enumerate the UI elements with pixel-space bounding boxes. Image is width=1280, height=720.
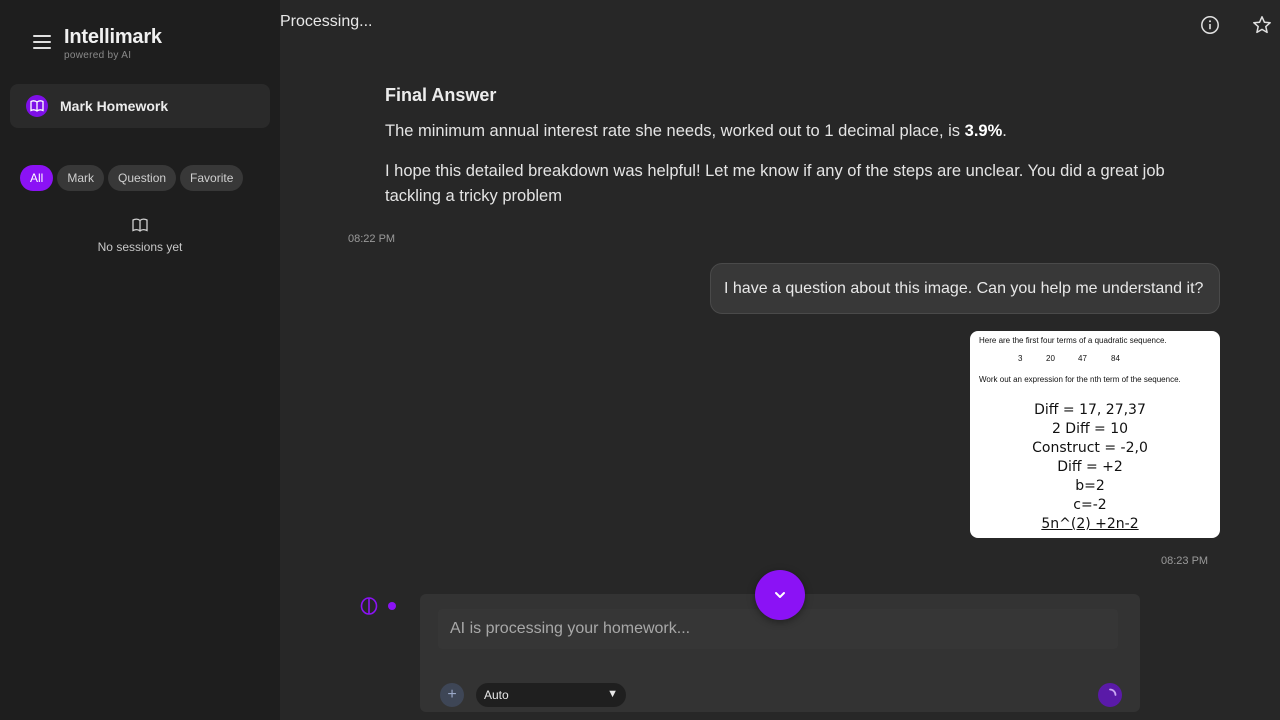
working-line: Construct = -2,0 — [1032, 440, 1148, 456]
filter-mark[interactable]: Mark — [57, 165, 105, 191]
working-line: Diff = +2 — [1057, 459, 1123, 475]
answer-suffix: . — [1002, 122, 1007, 140]
working-line: b=2 — [1075, 478, 1105, 494]
working-line: c=-2 — [1073, 497, 1107, 513]
working-line: 2 Diff = 10 — [1051, 421, 1129, 437]
sequence-term: 84 — [1111, 354, 1120, 363]
status-title: Processing... — [280, 13, 373, 30]
app-title: Intellimark — [64, 26, 162, 48]
brand: Intellimark powered by AI — [64, 26, 162, 61]
mark-homework-label: Mark Homework — [60, 98, 169, 114]
assistant-timestamp: 08:22 PM — [348, 233, 396, 245]
app-subtitle: powered by AI — [64, 50, 132, 61]
empty-sessions: No sessions yet — [0, 218, 280, 254]
chevron-down-icon — [775, 592, 785, 598]
filter-question[interactable]: Question — [108, 165, 177, 191]
question-line: Work out an expression for the nth term … — [979, 375, 1181, 384]
processing-dot — [388, 602, 396, 610]
sequence-term: 47 — [1078, 354, 1087, 363]
dropdown-arrow-icon: ▼ — [607, 688, 618, 700]
sidebar: Intellimark powered by AI Mark Homework … — [0, 0, 280, 720]
attach-button[interactable]: + — [440, 683, 464, 707]
session-filters: All Mark Question Favorite — [20, 165, 244, 191]
filter-all[interactable]: All — [20, 165, 54, 191]
closing-paragraph: I hope this detailed breakdown was helpf… — [385, 162, 1165, 205]
book-icon — [26, 95, 48, 117]
spinner-icon — [1109, 688, 1117, 696]
open-book-icon — [132, 218, 148, 232]
send-button[interactable] — [1098, 683, 1122, 707]
user-message-bubble: I have a question about this image. Can … — [710, 263, 1220, 314]
answer-heading: Final Answer — [385, 85, 497, 105]
filter-favorite[interactable]: Favorite — [180, 165, 244, 191]
answer-paragraph: The minimum annual interest rate she nee… — [385, 119, 1165, 144]
star-icon[interactable] — [1252, 15, 1272, 35]
model-select-value: Auto — [484, 688, 509, 702]
answer-text: The minimum annual interest rate she nee… — [385, 122, 965, 140]
model-select[interactable]: Auto ▼ — [476, 683, 626, 707]
menu-icon[interactable] — [33, 35, 51, 49]
empty-sessions-text: No sessions yet — [97, 240, 183, 254]
sequence-term: 3 — [1018, 354, 1023, 363]
ai-indicator — [360, 597, 396, 615]
working-line: Diff = 17, 27,37 — [1034, 402, 1146, 418]
answer-value: 3.9% — [964, 122, 1003, 140]
user-timestamp: 08:23 PM — [1161, 555, 1209, 567]
working-answer: 5n^(2) +2n-2 — [1041, 516, 1139, 532]
homework-image[interactable]: Here are the first four terms of a quadr… — [970, 331, 1220, 538]
question-line: Here are the first four terms of a quadr… — [979, 336, 1167, 345]
handwritten-working: Diff = 17, 27,37 2 Diff = 10 Construct =… — [970, 401, 1210, 534]
sequence-term: 20 — [1046, 354, 1055, 363]
brain-icon — [360, 597, 378, 615]
scroll-down-button[interactable] — [755, 570, 805, 620]
info-icon[interactable] — [1200, 15, 1220, 35]
mark-homework-button[interactable]: Mark Homework — [10, 84, 270, 128]
